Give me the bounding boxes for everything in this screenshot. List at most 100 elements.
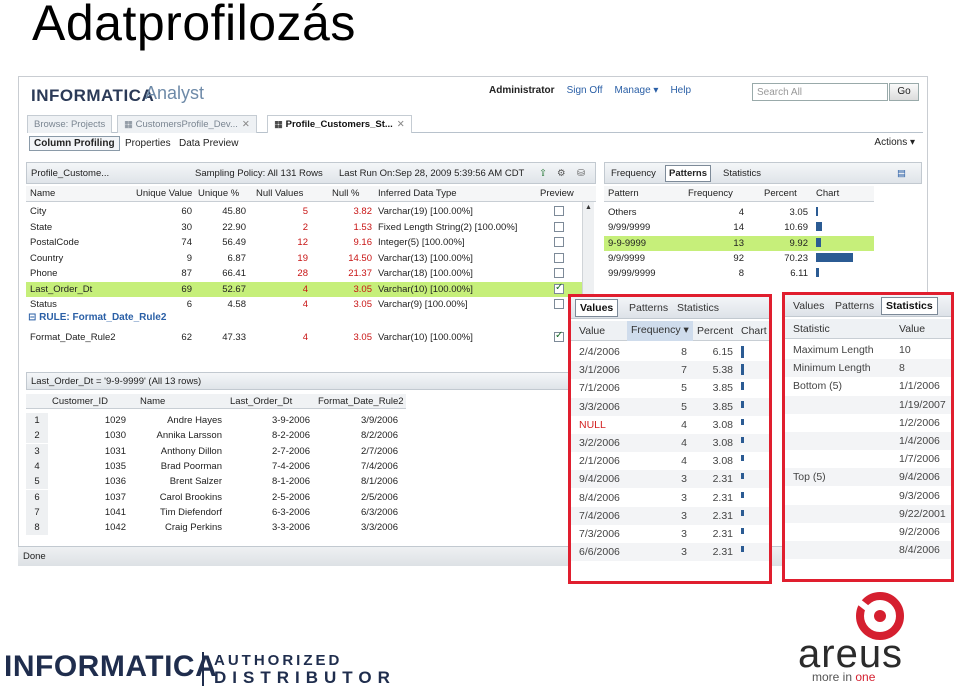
cell-stat-value: 1/2/2006 (899, 416, 940, 429)
tab-customers-profile[interactable]: ▦ CustomersProfile_Dev... ✕ (117, 115, 257, 133)
informatica-footer-logo: INFORMATICA (4, 650, 218, 683)
table-row[interactable]: 7/4/2006 3 2.31 (571, 506, 769, 525)
cell-value: NULL (579, 418, 606, 431)
table-row[interactable]: 3/2/2006 4 3.08 (571, 434, 769, 452)
cell-frequency: 3 (681, 491, 687, 504)
col-header[interactable]: Chart (741, 325, 767, 337)
values-zoom-tabs: Values Patterns Statistics (571, 297, 769, 319)
tab-profile-customers[interactable]: ▦ Profile_Customers_St... ✕ (267, 115, 412, 133)
cell-value: 3/2/2006 (579, 437, 620, 449)
actions-menu[interactable]: Actions ▾ (874, 137, 915, 148)
areus-tagline: more in one (812, 670, 875, 684)
cell-frequency: 4 (681, 437, 687, 449)
close-icon[interactable]: ✕ (397, 119, 405, 130)
values-zoom-callout: Values Patterns Statistics Value Frequen… (568, 294, 772, 584)
cell-percent: 2.31 (712, 491, 733, 504)
tab-browse-projects[interactable]: Browse: Projects (27, 115, 113, 133)
stats-zoom-header: Statistic Value (785, 319, 951, 339)
cell-value: 7/1/2006 (579, 382, 620, 395)
chart-bar (741, 400, 744, 409)
chart-bar (741, 473, 744, 480)
help-link[interactable]: Help (670, 85, 691, 96)
authorized-text: AUTHORIZED (214, 652, 343, 669)
cell-frequency: 3 (681, 528, 687, 540)
table-row[interactable]: 6/6/2006 3 2.31 (571, 543, 769, 562)
tab-label: Browse: Projects (34, 119, 106, 130)
table-row: 9/2/2006 (785, 523, 951, 541)
cell-frequency: 5 (681, 382, 687, 395)
cell-stat-value: 9/4/2006 (899, 471, 940, 484)
cell-value: 2/4/2006 (579, 346, 620, 358)
col-header[interactable]: Percent (697, 325, 733, 337)
table-row[interactable]: 2/1/2006 4 3.08 (571, 452, 769, 470)
cell-stat-value: 1/4/2006 (899, 435, 940, 447)
values-zoom-header: Value Frequency ▾ Percent Chart (571, 321, 769, 341)
chart-bar (741, 382, 744, 391)
cell-percent: 2.31 (712, 473, 733, 486)
data-preview-button[interactable]: Data Preview (175, 137, 242, 150)
col-header[interactable]: Statistic (793, 323, 830, 335)
cell-statistic: Bottom (5) (793, 380, 843, 393)
cell-value: 3/3/2006 (579, 400, 620, 413)
sign-off-link[interactable]: Sign Off (567, 85, 603, 96)
cell-stat-value: 9/3/2006 (899, 489, 940, 502)
tagline-more: more in (812, 670, 853, 684)
chart-bar (741, 509, 744, 516)
chart-bar (741, 528, 744, 534)
cell-value: 3/1/2006 (579, 364, 620, 377)
table-row[interactable]: NULL 4 3.08 (571, 416, 769, 434)
tab-label: Profile_Customers_St... (285, 119, 393, 130)
cell-percent: 3.08 (712, 455, 733, 468)
column-profiling-button[interactable]: Column Profiling (29, 136, 120, 151)
cell-statistic: Maximum Length (793, 344, 874, 356)
cell-frequency: 4 (681, 455, 687, 468)
close-icon[interactable]: ✕ (242, 119, 250, 130)
table-row[interactable]: 7/3/2006 3 2.31 (571, 525, 769, 543)
footer-divider (202, 652, 204, 686)
cell-frequency: 4 (681, 418, 687, 431)
col-header-sorted[interactable]: Frequency ▾ (627, 321, 693, 341)
table-row: Minimum Length 8 (785, 359, 951, 378)
tab-patterns[interactable]: Patterns (835, 300, 874, 312)
chart-bar (741, 455, 744, 462)
col-header[interactable]: Value (579, 325, 605, 337)
informatica-logo: INFORMATICA (31, 86, 155, 105)
cell-stat-value: 8 (899, 362, 905, 375)
cell-percent: 3.08 (712, 418, 733, 431)
cell-stat-value: 1/1/2006 (899, 380, 940, 393)
tab-patterns[interactable]: Patterns (629, 302, 668, 314)
tab-label: CustomersProfile_Dev... (135, 119, 238, 130)
table-row: 8/4/2006 (785, 541, 951, 560)
cell-frequency: 5 (681, 400, 687, 413)
col-header[interactable]: Value (899, 323, 925, 335)
table-row: Bottom (5) 1/1/2006 (785, 377, 951, 395)
cell-value: 7/3/2006 (579, 528, 620, 540)
tab-statistics[interactable]: Statistics (677, 302, 719, 314)
cell-frequency: 8 (681, 346, 687, 358)
profile-icon: ▦ (274, 119, 286, 130)
go-button[interactable]: Go (889, 83, 919, 101)
properties-button[interactable]: Properties (121, 137, 175, 150)
chart-bar (741, 437, 744, 444)
cell-stat-value: 1/19/2007 (899, 398, 946, 411)
table-row: 9/3/2006 (785, 487, 951, 505)
cell-frequency: 3 (681, 509, 687, 522)
cell-frequency: 3 (681, 546, 687, 559)
table-row[interactable]: 7/1/2006 5 3.85 (571, 379, 769, 397)
cell-percent: 5.38 (712, 364, 733, 377)
tab-values[interactable]: Values (575, 299, 619, 317)
table-row[interactable]: 3/3/2006 5 3.85 (571, 397, 769, 416)
table-row[interactable]: 3/1/2006 7 5.38 (571, 361, 769, 380)
search-input[interactable]: Search All (752, 83, 888, 101)
cell-value: 7/4/2006 (579, 509, 620, 522)
table-row[interactable]: 8/4/2006 3 2.31 (571, 489, 769, 507)
slide: Adatprofilozás INFORMATICA Analyst Admin… (0, 0, 960, 691)
tab-values[interactable]: Values (793, 300, 824, 312)
manage-menu[interactable]: Manage ▾ (615, 85, 659, 96)
tab-statistics[interactable]: Statistics (881, 297, 938, 315)
cell-value: 8/4/2006 (579, 491, 620, 504)
table-row[interactable]: 9/4/2006 3 2.31 (571, 470, 769, 489)
tagline-one: one (855, 670, 876, 684)
cell-percent: 6.15 (712, 346, 733, 358)
table-row[interactable]: 2/4/2006 8 6.15 (571, 343, 769, 361)
